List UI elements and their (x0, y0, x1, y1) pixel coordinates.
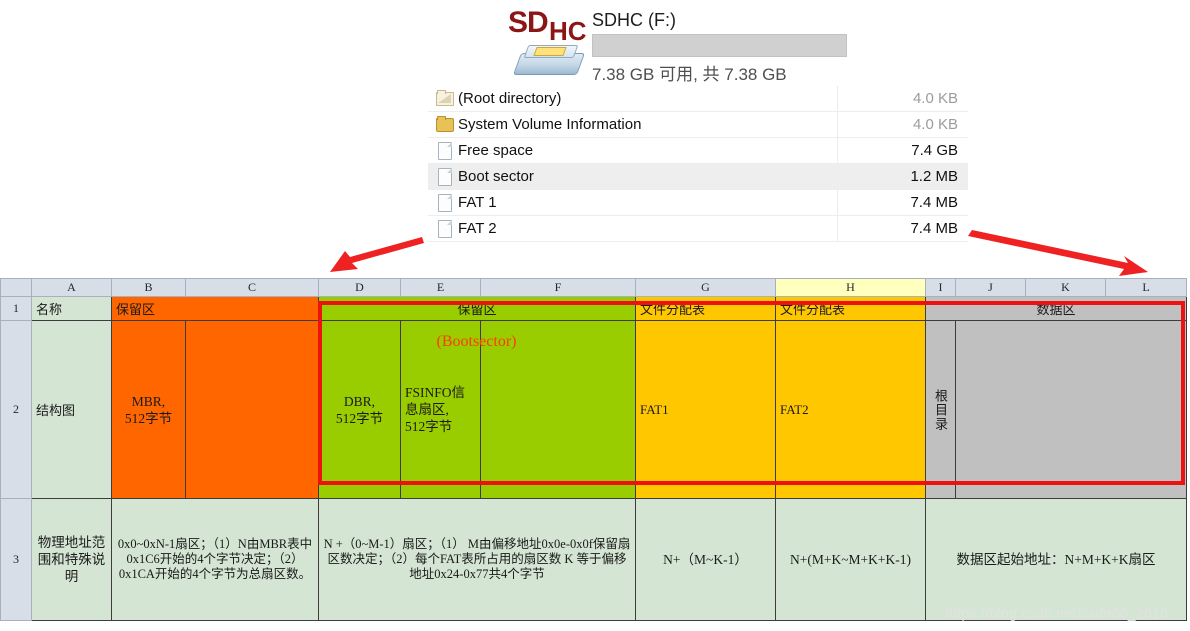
list-item-size: 1.2 MB (910, 168, 958, 185)
cell-c2[interactable] (185, 320, 319, 499)
column-header-d[interactable]: D (318, 278, 401, 297)
list-item[interactable]: System Volume Information 4.0 KB (428, 112, 968, 138)
row-header-2[interactable]: 2 (0, 320, 32, 499)
sdhc-logo-secondary: HC (549, 16, 587, 46)
folder-icon-glyph (436, 116, 454, 132)
file-icon-glyph (438, 220, 452, 238)
cell-a2[interactable]: 结构图 (31, 320, 112, 499)
sdhc-logo: SD HC (508, 8, 594, 48)
sdhc-logo-primary: SD (508, 6, 549, 39)
arrow-left (330, 237, 424, 272)
cell-d2[interactable]: DBR, 512字节 (318, 320, 401, 499)
row-header-1[interactable]: 1 (0, 296, 32, 321)
capacity-text: 7.38 GB 可用, 共 7.38 GB (592, 65, 787, 84)
cell-ijkl3[interactable]: 数据区起始地址：N+M+K+K扇区 (925, 498, 1187, 621)
cell-a3[interactable]: 物理地址范围和特殊说明 (31, 498, 112, 621)
column-header-row: A B C D E F G H I J K L (0, 278, 1187, 297)
table-row: 2 结构图 MBR, 512字节 DBR, 512字节 FSINFO信 息扇区,… (0, 320, 1187, 499)
row-header-3[interactable]: 3 (0, 498, 32, 621)
table-row: 1 名称 保留区 保留区 文件分配表 文件分配表 数据区 (0, 296, 1187, 321)
column-header-h[interactable]: H (775, 278, 926, 297)
cell-ijkl1[interactable]: 数据区 (925, 296, 1187, 321)
list-item[interactable]: FAT 2 7.4 MB (428, 216, 968, 242)
cell-e2[interactable]: FSINFO信 息扇区, 512字节 (400, 320, 481, 499)
column-header-c[interactable]: C (185, 278, 319, 297)
file-icon (434, 216, 456, 241)
cell-g2[interactable]: FAT1 (635, 320, 776, 499)
column-header-f[interactable]: F (480, 278, 636, 297)
column-header-i[interactable]: I (925, 278, 956, 297)
cell-def3[interactable]: N +（0~M-1）扇区；（1） M由偏移地址0x0e-0x0f保留扇区数决定；… (318, 498, 636, 621)
drive-icon (512, 43, 586, 78)
column-header-g[interactable]: G (635, 278, 776, 297)
list-item[interactable]: FAT 1 7.4 MB (428, 190, 968, 216)
list-item-size: 7.4 MB (910, 194, 958, 211)
list-item-size: 7.4 MB (910, 220, 958, 237)
list-item-size: 4.0 KB (912, 90, 958, 107)
cell-bc1[interactable]: 保留区 (111, 296, 319, 321)
list-item-name: FAT 2 (458, 220, 497, 237)
cell-h3[interactable]: N+(M+K~M+K+K-1) (775, 498, 926, 621)
file-icon (434, 164, 456, 189)
cell-g1[interactable]: 文件分配表 (635, 296, 776, 321)
column-header-e[interactable]: E (400, 278, 481, 297)
file-icon (434, 138, 456, 163)
cell-g3[interactable]: N+（M~K-1） (635, 498, 776, 621)
list-item-name: (Root directory) (458, 90, 562, 107)
file-icon-glyph (438, 194, 452, 212)
list-item[interactable]: (Root directory) 4.0 KB (428, 86, 968, 112)
file-icon-glyph (438, 168, 452, 186)
cell-bc3[interactable]: 0x0~0xN-1扇区；（1）N由MBR表中0x1C6开始的4个字节决定；（2）… (111, 498, 319, 621)
list-item[interactable]: Boot sector 1.2 MB (428, 164, 968, 190)
column-header-l[interactable]: L (1105, 278, 1187, 297)
list-item-name: System Volume Information (458, 116, 642, 133)
column-header-b[interactable]: B (111, 278, 186, 297)
disk-explorer-panel: SD HC SDHC (F:) 7.38 GB 可用, 共 7.38 GB (R… (0, 0, 1190, 242)
table-row: 3 物理地址范围和特殊说明 0x0~0xN-1扇区；（1）N由MBR表中0x1C… (0, 498, 1187, 621)
list-item[interactable]: Free space 7.4 GB (428, 138, 968, 164)
column-header-k[interactable]: K (1025, 278, 1106, 297)
folder-open-icon (434, 86, 456, 111)
cell-i2[interactable]: 根目录 (925, 320, 956, 499)
list-item-name: Free space (458, 142, 534, 159)
drive-title: SDHC (F:) (592, 10, 676, 30)
file-list: (Root directory) 4.0 KB System Volume Info… (428, 86, 968, 242)
list-item-size: 7.4 GB (911, 142, 958, 159)
column-header-j[interactable]: J (955, 278, 1026, 297)
folder-icon (434, 112, 456, 137)
folder-open-icon-glyph (436, 90, 454, 106)
capacity-progress-bar (592, 34, 847, 57)
file-icon (434, 190, 456, 215)
cell-f2[interactable] (480, 320, 636, 499)
spreadsheet: A B C D E F G H I J K L 1 名称 保留区 保留区 文件分… (0, 278, 1190, 631)
cell-a1[interactable]: 名称 (31, 296, 112, 321)
grid-corner[interactable] (0, 278, 32, 297)
cell-jkl2[interactable] (955, 320, 1187, 499)
drive-icon-label (533, 47, 567, 56)
root-directory-vertical-label: 根目录 (933, 388, 948, 431)
column-header-a[interactable]: A (31, 278, 112, 297)
file-icon-glyph (438, 142, 452, 160)
cell-def1[interactable]: 保留区 (318, 296, 636, 321)
spreadsheet-grid: A B C D E F G H I J K L 1 名称 保留区 保留区 文件分… (0, 278, 1187, 621)
cell-b2[interactable]: MBR, 512字节 (111, 320, 186, 499)
list-item-name: Boot sector (458, 168, 534, 185)
list-item-name: FAT 1 (458, 194, 497, 211)
cell-h2[interactable]: FAT2 (775, 320, 926, 499)
list-item-size: 4.0 KB (912, 116, 958, 133)
cell-h1[interactable]: 文件分配表 (775, 296, 926, 321)
cell-i2-inner: 根目录 (927, 388, 955, 431)
